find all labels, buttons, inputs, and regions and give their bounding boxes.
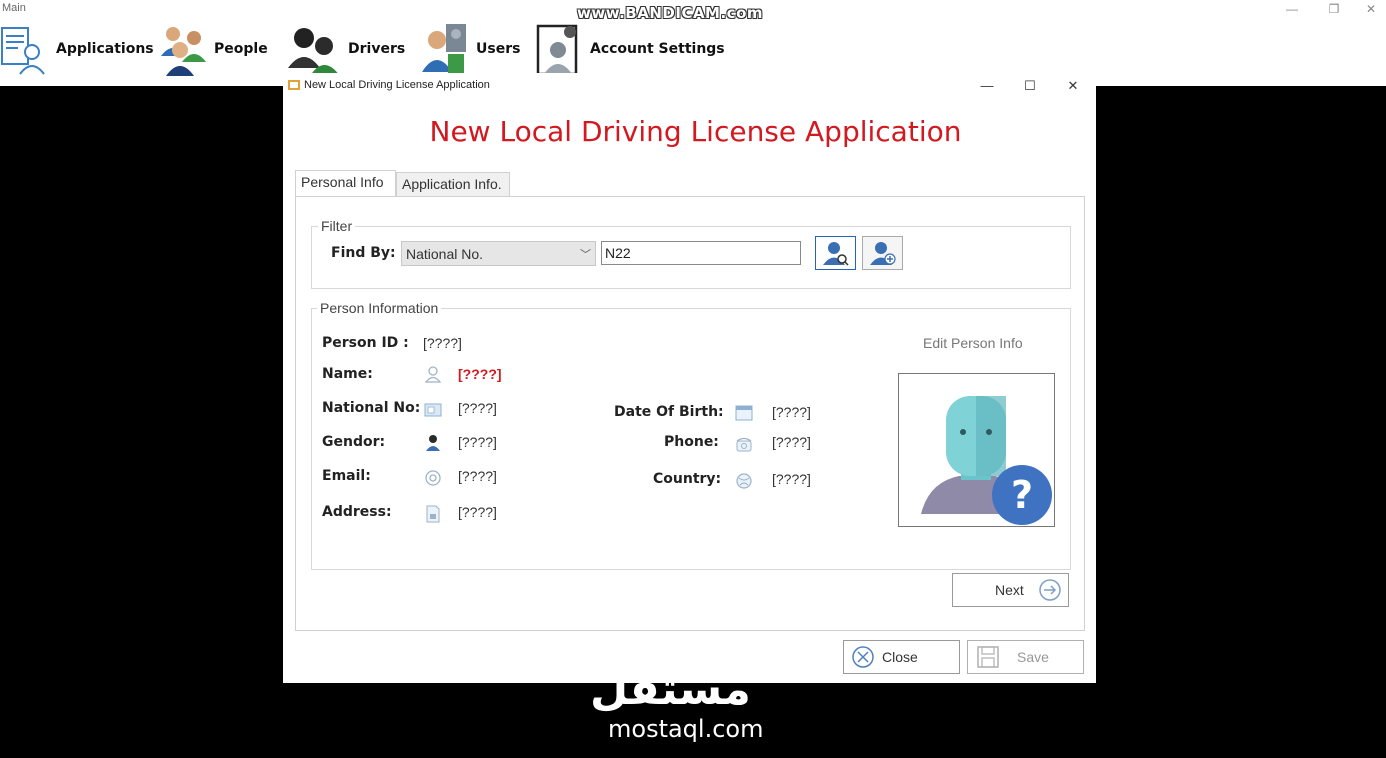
menu-drivers[interactable]: Drivers	[286, 20, 405, 78]
person-information-group-title: Person Information	[317, 300, 442, 316]
menu-applications[interactable]: Applications	[0, 20, 154, 78]
main-restore-button[interactable]: ❐	[1319, 0, 1349, 18]
menu-people-label: People	[214, 41, 268, 57]
close-circle-icon	[852, 646, 874, 668]
floppy-disk-icon	[977, 646, 999, 668]
address-value: [????]	[458, 504, 497, 520]
email-label: Email:	[322, 468, 371, 484]
add-person-icon	[869, 242, 896, 265]
filter-group-title: Filter	[318, 218, 356, 234]
person-outline-icon	[424, 366, 442, 383]
users-icon	[422, 24, 466, 74]
person-id-label: Person ID :	[322, 335, 409, 351]
gender-person-icon	[426, 435, 440, 451]
country-value: [????]	[772, 471, 811, 487]
new-local-license-dialog: New Local Driving License Application — …	[283, 73, 1096, 683]
globe-icon	[736, 473, 752, 489]
gender-label: Gendor:	[322, 434, 386, 450]
close-button-label: Close	[882, 649, 918, 665]
address-label: Address:	[322, 504, 392, 520]
add-person-button[interactable]	[862, 236, 903, 270]
drivers-icon	[288, 28, 340, 76]
main-minimize-button[interactable]: —	[1277, 0, 1307, 18]
close-button[interactable]: Close	[843, 640, 960, 674]
edit-person-info-link[interactable]: Edit Person Info	[923, 335, 1023, 351]
mostaql-arabic-watermark: مستقل	[590, 664, 751, 715]
applications-icon	[1, 27, 45, 75]
national-no-value: [????]	[458, 400, 497, 416]
dialog-minimize-button[interactable]: —	[965, 73, 1009, 99]
find-person-button[interactable]	[815, 236, 856, 270]
person-id-value: [????]	[423, 335, 462, 351]
date-of-birth-label: Date Of Birth:	[614, 404, 724, 420]
phone-value: [????]	[772, 434, 811, 450]
menu-users-label: Users	[476, 41, 521, 57]
account-settings-icon	[536, 24, 578, 76]
search-input[interactable]	[601, 241, 801, 265]
phone-label: Phone:	[664, 434, 719, 450]
name-label: Name:	[322, 366, 373, 382]
at-sign-icon	[425, 470, 441, 486]
find-by-label: Find By:	[331, 245, 396, 261]
gender-value: [????]	[458, 434, 497, 450]
unknown-person-icon: ?	[921, 396, 1052, 525]
people-icon	[161, 27, 206, 76]
menu-people[interactable]: People	[158, 20, 268, 78]
app-window-icon	[288, 80, 300, 90]
main-close-button[interactable]: ✕	[1356, 0, 1386, 18]
find-by-selected-value: National No.	[406, 246, 484, 262]
dialog-title: New Local Driving License Application	[304, 79, 490, 91]
next-button-label: Next	[995, 582, 1024, 598]
next-button[interactable]: Next	[952, 573, 1069, 607]
mostaql-latin-watermark: mostaql.com	[608, 715, 764, 743]
menu-account-settings-label: Account Settings	[590, 41, 725, 57]
save-button[interactable]: Save	[967, 640, 1084, 674]
name-value: [????]	[458, 366, 502, 382]
dialog-close-button[interactable]: ✕	[1051, 73, 1095, 99]
country-label: Country:	[653, 471, 722, 487]
svg-text:?: ?	[1011, 473, 1033, 517]
national-no-label: National No:	[322, 400, 421, 416]
address-document-icon	[426, 505, 440, 523]
chevron-down-icon: ﹀	[580, 249, 591, 261]
menu-applications-label: Applications	[56, 41, 154, 57]
tab-application-info[interactable]: Application Info.	[396, 172, 510, 196]
id-card-icon	[424, 403, 442, 417]
calendar-icon	[735, 405, 753, 421]
date-of-birth-value: [????]	[772, 404, 811, 420]
find-by-select[interactable]: National No. ﹀	[401, 241, 596, 266]
arrow-right-circle-icon	[1039, 579, 1061, 601]
save-button-label: Save	[1017, 649, 1049, 665]
menu-users[interactable]: Users	[420, 20, 520, 78]
menu-account-settings[interactable]: Account Settings	[534, 20, 725, 78]
page-title: New Local Driving License Application	[429, 115, 962, 148]
person-photo: ?	[898, 373, 1055, 527]
dialog-titlebar[interactable]: New Local Driving License Application — …	[283, 73, 1096, 99]
phone-icon	[736, 437, 752, 452]
dialog-maximize-button[interactable]: ☐	[1008, 73, 1052, 99]
find-person-icon	[822, 242, 849, 266]
email-value: [????]	[458, 468, 497, 484]
menu-drivers-label: Drivers	[348, 41, 406, 57]
main-window-title: Main	[2, 2, 26, 14]
tab-personal-info[interactable]: Personal Info	[295, 170, 396, 196]
